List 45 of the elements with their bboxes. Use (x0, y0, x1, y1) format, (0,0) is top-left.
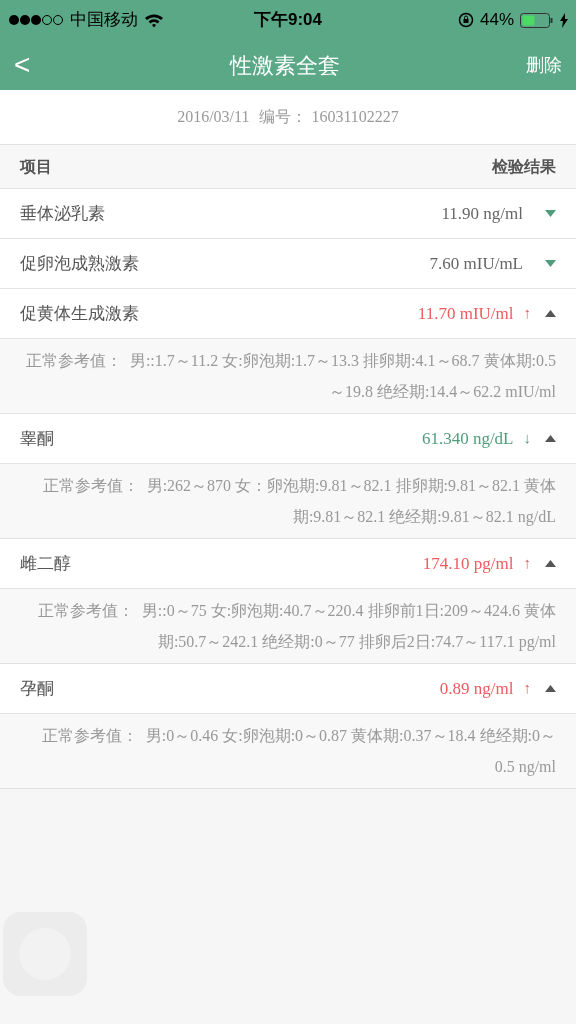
column-header: 检验结果 (492, 156, 556, 177)
test-name: 促卵泡成熟激素 (20, 252, 140, 275)
reference-range: 正常参考值： 男::1.7～11.2 女:卵泡期:1.7～13.3 排卵期:4.1～68.7 黄体期:0.5～19.8 绝经期:14.4～62.2 mIU/ml (24, 351, 556, 402)
result-row[interactable]: 孕酮 0.89 ng/ml ↑ (0, 664, 576, 714)
flag-arrow: ↑ (523, 303, 531, 324)
result-row[interactable]: 促卵泡成熟激素 7.60 mIU/mL (0, 239, 576, 289)
expand-icon[interactable] (545, 260, 556, 267)
charging-icon (560, 12, 568, 28)
battery-percent: 44% (479, 9, 514, 32)
result-value: 11.70 mIU/ml (417, 302, 514, 325)
result-value: 61.340 ng/dL (421, 427, 514, 450)
expand-icon[interactable] (545, 210, 556, 217)
signal-icon (8, 14, 64, 26)
test-name: 雌二醇 (20, 552, 72, 575)
collapse-icon[interactable] (545, 685, 556, 692)
clock-time: 下午9:04 (254, 9, 322, 32)
result-value: 174.10 pg/ml (422, 552, 514, 575)
reference-range: 正常参考值： 男:262～870 女：卵泡期:9.81～82.1 排卵期:9.81～82.1 黄体期:9.81～82.1 绝经期:9.81～82.1 ng/dL (41, 476, 556, 528)
result-value: 7.60 mIU/mL (429, 252, 523, 275)
test-name: 垂体泌乳素 (20, 202, 106, 225)
result-value: 11.90 ng/ml (441, 202, 523, 225)
battery-icon (520, 12, 554, 28)
test-name: 促黄体生成激素 (20, 302, 140, 325)
wifi-icon (144, 12, 164, 28)
result-row[interactable]: 睾酮 61.340 ng/dL ↓ (0, 414, 576, 464)
result-value: 0.89 ng/ml (439, 677, 514, 700)
report-number: 编号： 16031102227 (259, 107, 399, 127)
collapse-icon[interactable] (545, 560, 556, 567)
report-date: 2016/03/11 (177, 107, 250, 127)
result-row[interactable]: 垂体泌乳素 11.90 ng/ml (0, 189, 576, 239)
flag-arrow: ↑ (523, 678, 531, 699)
result-row[interactable]: 促黄体生成激素 11.70 mIU/ml ↑ (0, 289, 576, 339)
rotation-lock-icon (457, 12, 474, 28)
flag-arrow: ↓ (523, 428, 531, 449)
reference-range: 正常参考值： 男:0～0.46 女:卵泡期:0～0.87 黄体期:0.37～18.4 绝经期:0～0.5 ng/ml (40, 726, 556, 778)
reference-range: 正常参考值： 男::0～75 女:卵泡期:40.7～220.4 排卵前1日:209～424.6 黄体期:50.7～242.1 绝经期:0～77 排卵后2日:74.7～117.1 pg/ml (36, 601, 556, 653)
carrier-name: 中国移动 (70, 9, 138, 32)
flag-arrow: ↑ (523, 553, 531, 574)
collapse-icon[interactable] (545, 310, 556, 317)
page-title: 性激素全套 (230, 51, 340, 80)
test-name: 孕酮 (20, 677, 55, 700)
column-header: 项目 (20, 156, 52, 177)
test-name: 睾酮 (20, 427, 55, 450)
collapse-icon[interactable] (545, 435, 556, 442)
result-row[interactable]: 雌二醇 174.10 pg/ml ↑ (0, 539, 576, 589)
